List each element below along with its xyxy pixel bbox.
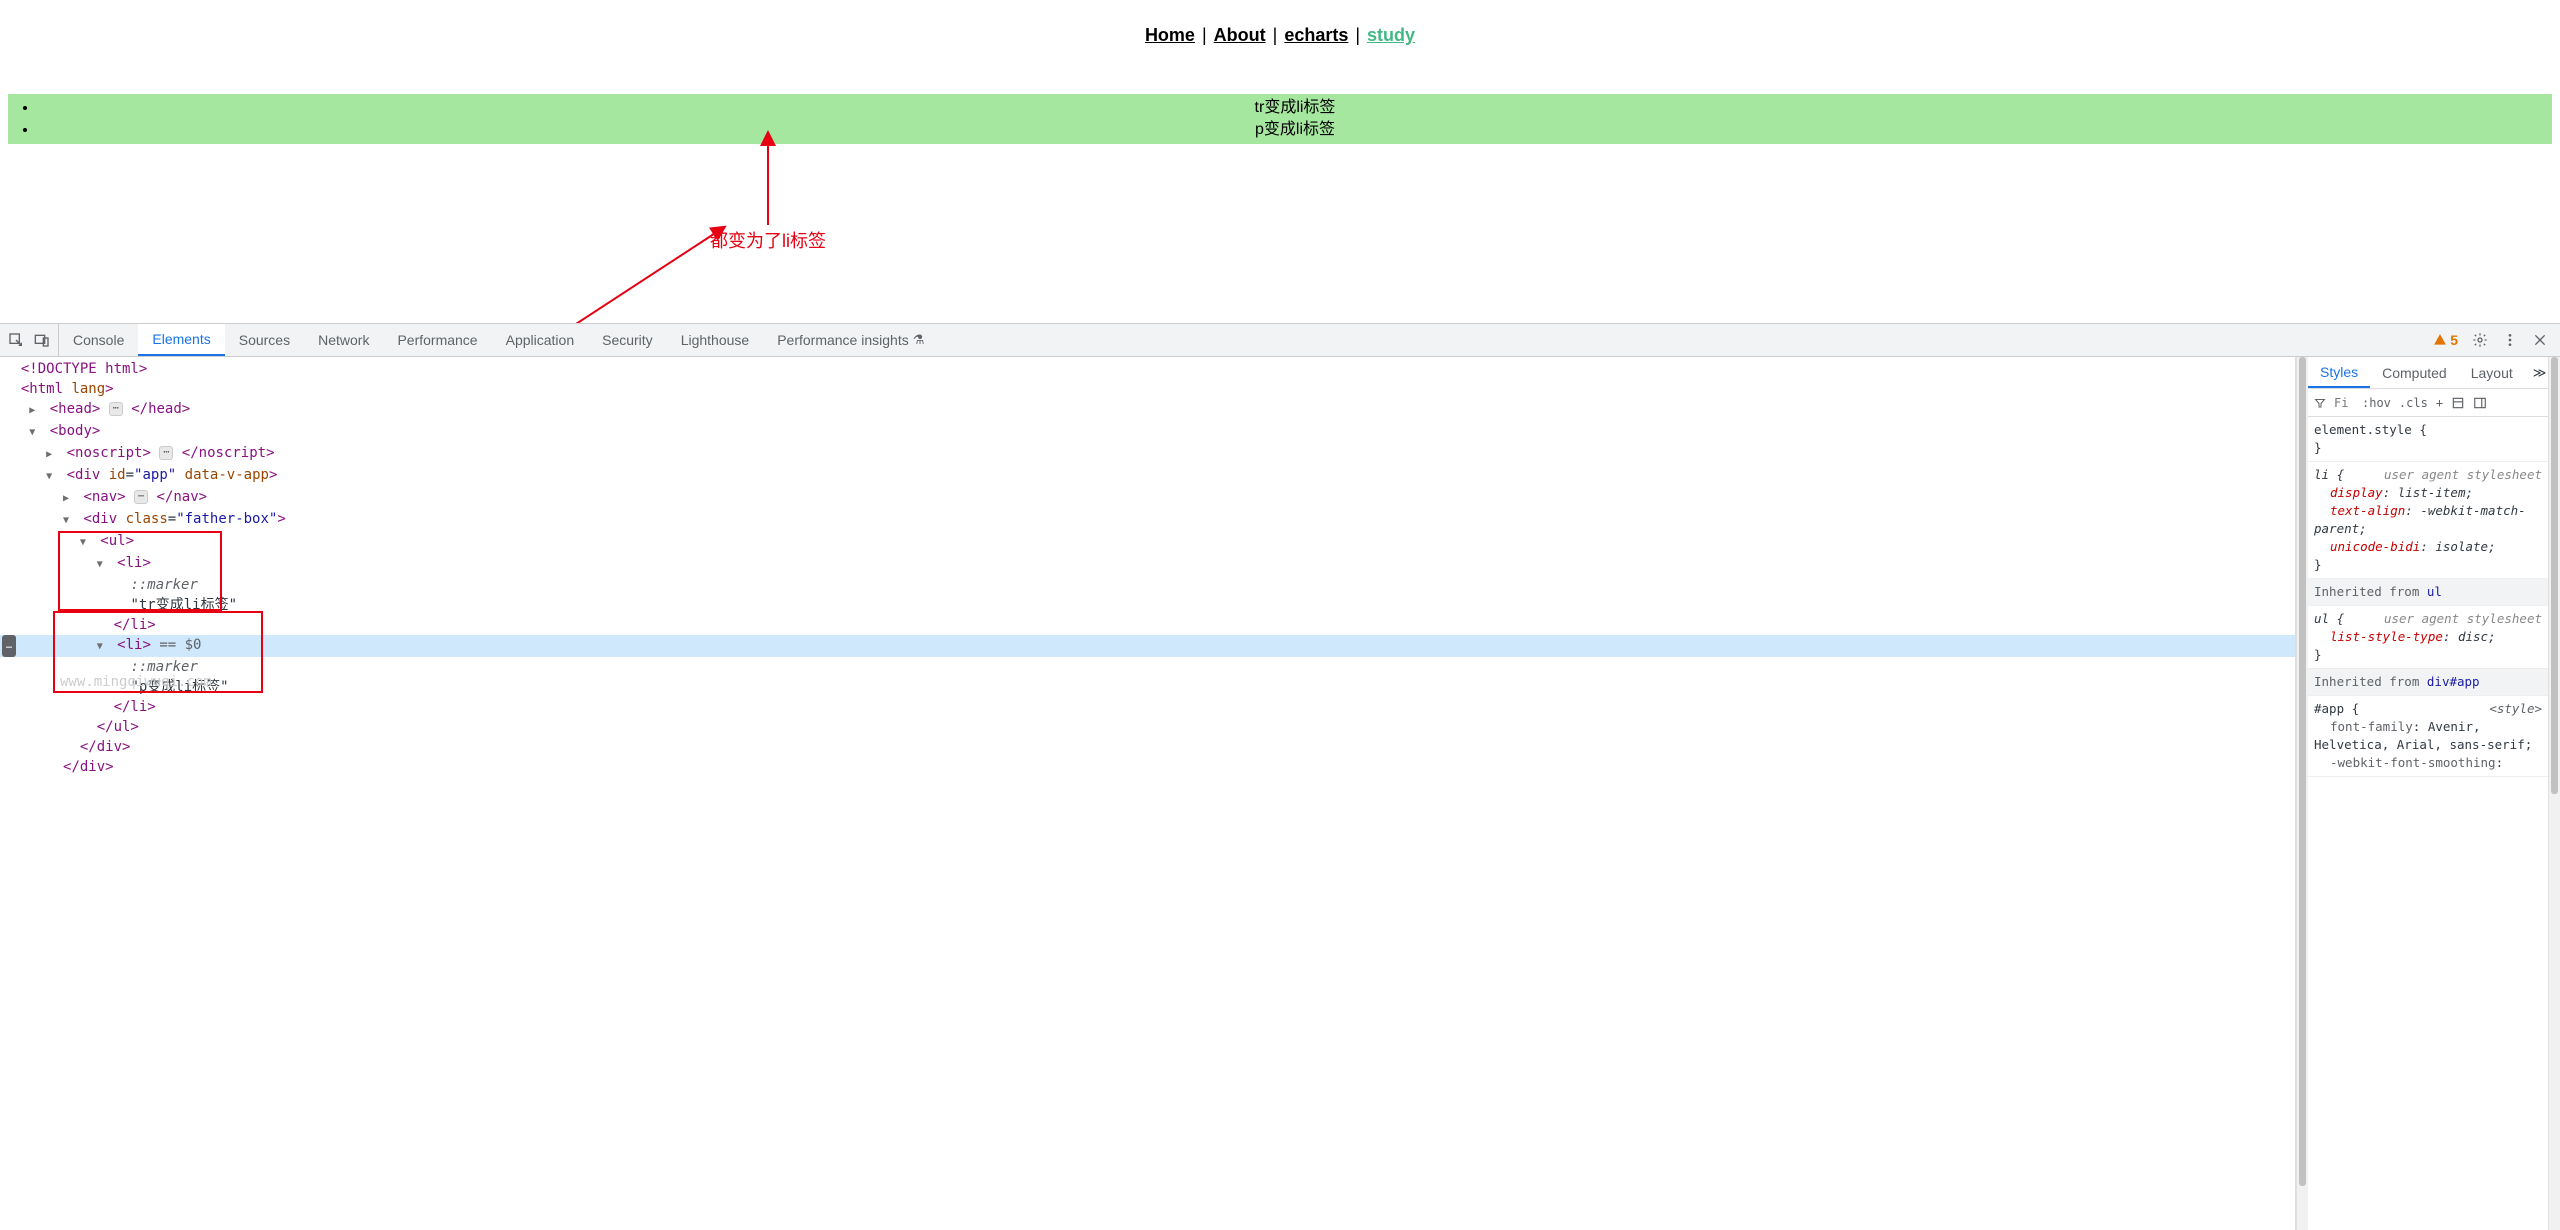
tab-performance[interactable]: Performance xyxy=(383,324,491,356)
arrow-short-icon xyxy=(760,130,790,230)
inspect-icon[interactable] xyxy=(8,332,24,348)
new-rule-button[interactable]: + xyxy=(2436,396,2443,410)
styles-tab-layout[interactable]: Layout xyxy=(2459,357,2525,388)
experiment-icon: ⚗ xyxy=(913,332,925,348)
ellipsis-icon[interactable]: ⋯ xyxy=(134,490,148,504)
ellipsis-icon[interactable]: ⋯ xyxy=(109,402,123,416)
nav-link-study[interactable]: study xyxy=(1367,25,1415,45)
tab-console[interactable]: Console xyxy=(59,324,138,356)
expand-toggle[interactable] xyxy=(97,553,109,575)
styles-panel: Styles Computed Layout ≫ :hov .cls + ele… xyxy=(2308,357,2548,1230)
source-link[interactable]: <style> xyxy=(2489,700,2542,718)
tag-link[interactable]: div#app xyxy=(2427,674,2480,689)
expand-toggle[interactable] xyxy=(97,635,109,657)
styles-tab-styles[interactable]: Styles xyxy=(2308,357,2370,388)
list: tr变成li标签 p变成li标签 xyxy=(8,94,2552,144)
tab-lighthouse[interactable]: Lighthouse xyxy=(667,324,764,356)
list-item: tr变成li标签 xyxy=(38,97,2552,119)
tab-security[interactable]: Security xyxy=(588,324,667,356)
list-item: p变成li标签 xyxy=(38,119,2552,141)
more-menu-icon[interactable] xyxy=(2502,332,2518,348)
hov-toggle[interactable]: :hov xyxy=(2362,396,2391,410)
list-box: tr变成li标签 p变成li标签 xyxy=(8,94,2552,144)
doctype-node: <!DOCTYPE html> xyxy=(21,361,147,377)
styles-tab-computed[interactable]: Computed xyxy=(2370,357,2459,388)
nav-link-home[interactable]: Home xyxy=(1145,25,1195,45)
devtools-panel: Console Elements Sources Network Perform… xyxy=(0,323,2560,1230)
settings-icon[interactable] xyxy=(2472,332,2488,348)
nav-link-echarts[interactable]: echarts xyxy=(1284,25,1348,45)
warnings-badge[interactable]: 5 xyxy=(2433,332,2458,348)
styles-toolbar: :hov .cls + xyxy=(2308,389,2548,417)
computed-toggle-icon[interactable] xyxy=(2451,396,2465,410)
expand-toggle[interactable] xyxy=(29,399,41,421)
scrollbar[interactable] xyxy=(2548,357,2560,1230)
scrollbar[interactable] xyxy=(2296,357,2308,1230)
annotation-text: 都变为了li标签 xyxy=(710,227,826,253)
expand-toggle[interactable] xyxy=(63,509,75,531)
device-toggle-icon[interactable] xyxy=(34,332,50,348)
styles-rules[interactable]: element.style { } user agent stylesheet … xyxy=(2308,417,2548,1230)
tab-sources[interactable]: Sources xyxy=(225,324,304,356)
page-content: Home | About | echarts | study tr变成li标签 … xyxy=(0,0,2560,144)
tab-elements[interactable]: Elements xyxy=(138,324,224,356)
panel-toggle-icon[interactable] xyxy=(2473,396,2487,410)
filter-icon[interactable] xyxy=(2314,397,2326,409)
styles-tabs: Styles Computed Layout ≫ xyxy=(2308,357,2548,389)
close-icon[interactable] xyxy=(2532,332,2548,348)
tab-network[interactable]: Network xyxy=(304,324,383,356)
expand-toggle[interactable] xyxy=(46,465,58,487)
tab-performance-insights[interactable]: Performance insights⚗ xyxy=(763,324,938,356)
nav-bar: Home | About | echarts | study xyxy=(0,25,2560,46)
cls-toggle[interactable]: .cls xyxy=(2399,396,2428,410)
expand-toggle[interactable] xyxy=(63,487,75,509)
tab-application[interactable]: Application xyxy=(492,324,589,356)
tag-link[interactable]: ul xyxy=(2427,584,2442,599)
nav-link-about[interactable]: About xyxy=(1214,25,1266,45)
devtools-tab-bar: Console Elements Sources Network Perform… xyxy=(0,324,2560,357)
styles-filter-input[interactable] xyxy=(2334,396,2354,410)
inherit-header: Inherited from div#app xyxy=(2308,669,2548,696)
ellipsis-icon[interactable]: ⋯ xyxy=(159,446,173,460)
nav-sep: | xyxy=(1197,25,1212,45)
expand-toggle[interactable] xyxy=(29,421,41,443)
expand-toggle[interactable] xyxy=(80,531,92,553)
selected-indicator: … xyxy=(2,635,16,657)
inherit-header: Inherited from ul xyxy=(2308,579,2548,606)
nav-sep: | xyxy=(1268,25,1283,45)
nav-sep: | xyxy=(1350,25,1365,45)
expand-toggle[interactable] xyxy=(46,443,58,465)
elements-tree[interactable]: <!DOCTYPE html> <html lang> <head> ⋯ </h… xyxy=(0,357,2296,1230)
